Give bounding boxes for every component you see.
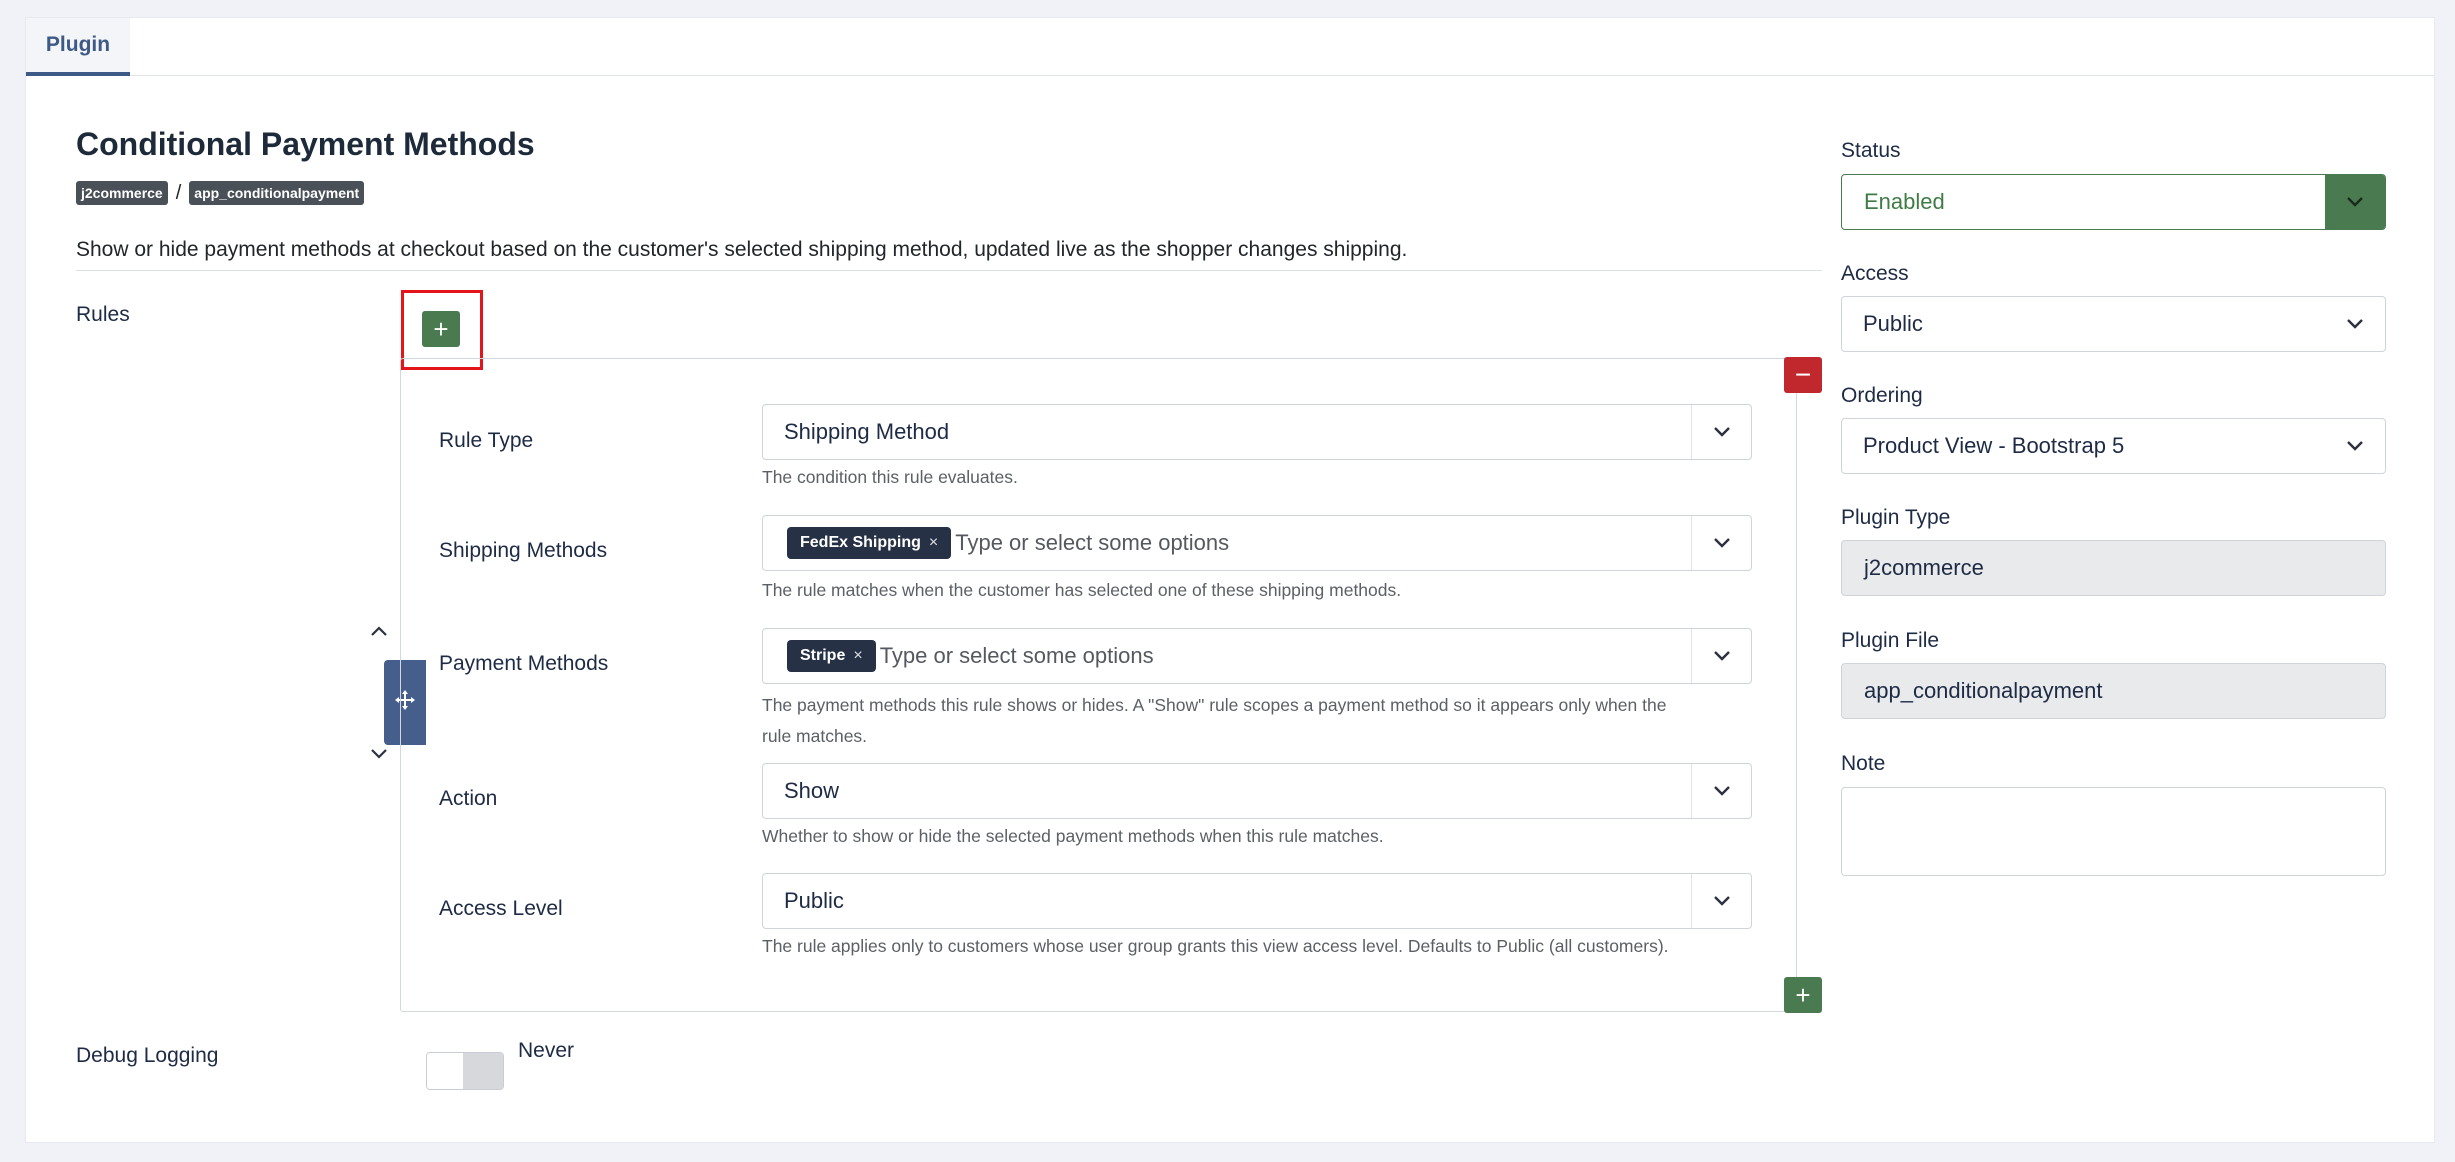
plugin-type-field: j2commerce (1841, 540, 2386, 596)
page-title: Conditional Payment Methods (76, 126, 535, 162)
note-textarea[interactable] (1841, 787, 2386, 876)
chevron-down-icon (1691, 764, 1751, 818)
debug-logging-label: Debug Logging (76, 1044, 219, 1067)
rule-item: − Rule Type Shipping Method The conditio… (400, 357, 1822, 1013)
plugin-type-value: j2commerce (1864, 555, 1984, 580)
chip-remove-icon[interactable]: × (929, 534, 938, 552)
access-select[interactable]: Public (1841, 296, 2386, 352)
payment-methods-label: Payment Methods (439, 652, 609, 675)
plugin-badges: j2commerce / app_conditionalpayment (76, 181, 365, 205)
chip-remove-icon[interactable]: × (853, 647, 862, 665)
action-label: Action (439, 787, 498, 810)
shipping-methods-help: The rule matches when the customer has s… (762, 580, 1402, 600)
access-level-select[interactable]: Public (762, 873, 1752, 929)
chevron-down-icon (1691, 516, 1751, 570)
payment-method-chip[interactable]: Stripe × (787, 640, 876, 672)
help-line: rule matches. (762, 725, 868, 746)
move-up-icon[interactable] (369, 621, 389, 641)
status-select[interactable]: Enabled (1841, 174, 2386, 230)
shipping-methods-label: Shipping Methods (439, 539, 608, 562)
payment-methods-help: The payment methods this rule shows or h… (762, 690, 1666, 751)
plus-icon: + (1795, 980, 1811, 1010)
plugin-file-label: Plugin File (1841, 629, 1940, 652)
ordering-select[interactable]: Product View - Bootstrap 5 (1841, 418, 2386, 474)
chip-label: Stripe (800, 647, 846, 664)
chip-label: FedEx Shipping (800, 534, 921, 551)
debug-logging-toggle[interactable] (426, 1052, 504, 1090)
note-label: Note (1841, 752, 1886, 775)
access-level-help: The rule applies only to customers whose… (762, 936, 1669, 956)
shipping-methods-placeholder: Type or select some options (955, 530, 1230, 555)
rules-label: Rules (76, 303, 130, 326)
add-rule-after-button[interactable]: + (1784, 977, 1822, 1013)
plugin-group-badge: j2commerce (76, 181, 168, 205)
plugin-description: Show or hide payment methods at checkout… (76, 238, 1408, 261)
badge-separator: / (175, 181, 182, 204)
shipping-method-chip[interactable]: FedEx Shipping × (787, 527, 952, 559)
plugin-card: Plugin Conditional Payment Methods j2com… (25, 17, 2435, 1143)
payment-methods-placeholder: Type or select some options (879, 643, 1154, 668)
shipping-methods-select[interactable]: FedEx Shipping × Type or select some opt… (762, 515, 1752, 571)
action-value: Show (784, 778, 840, 803)
rule-type-select[interactable]: Shipping Method (762, 404, 1752, 460)
ordering-label: Ordering (1841, 384, 1923, 407)
remove-rule-button[interactable]: − (1784, 357, 1822, 393)
rule-type-label: Rule Type (439, 429, 534, 452)
action-help: Whether to show or hide the selected pay… (762, 826, 1384, 846)
action-select[interactable]: Show (762, 763, 1752, 819)
debug-logging-value: Never (518, 1039, 575, 1062)
status-value: Enabled (1864, 189, 1945, 214)
add-rule-button[interactable]: + (422, 311, 460, 347)
divider (76, 270, 1822, 271)
chevron-down-icon (2325, 419, 2385, 473)
plugin-file-value: app_conditionalpayment (1864, 678, 2103, 703)
plugin-type-label: Plugin Type (1841, 506, 1951, 529)
tab-bar: Plugin (26, 18, 2434, 76)
access-label: Access (1841, 262, 1909, 285)
tab-plugin[interactable]: Plugin (26, 18, 130, 76)
chevron-down-icon (1691, 629, 1751, 683)
chevron-down-icon (1691, 405, 1751, 459)
access-level-label: Access Level (439, 897, 563, 920)
plugin-file-field: app_conditionalpayment (1841, 663, 2386, 719)
payment-methods-select[interactable]: Stripe × Type or select some options (762, 628, 1752, 684)
rule-type-value: Shipping Method (784, 419, 950, 444)
access-level-value: Public (784, 888, 844, 913)
chevron-down-icon (2325, 175, 2385, 229)
access-value: Public (1863, 311, 1923, 336)
plus-icon: + (433, 314, 449, 344)
help-line: The payment methods this rule shows or h… (762, 695, 1667, 715)
toggle-knob (427, 1053, 465, 1089)
ordering-value: Product View - Bootstrap 5 (1863, 433, 2125, 458)
minus-icon: − (1794, 359, 1812, 390)
move-down-icon[interactable] (369, 744, 389, 764)
rule-type-help: The condition this rule evaluates. (762, 467, 1018, 487)
status-label: Status (1841, 139, 1901, 162)
plugin-element-badge: app_conditionalpayment (189, 181, 365, 205)
chevron-down-icon (1691, 874, 1751, 928)
chevron-down-icon (2325, 297, 2385, 351)
